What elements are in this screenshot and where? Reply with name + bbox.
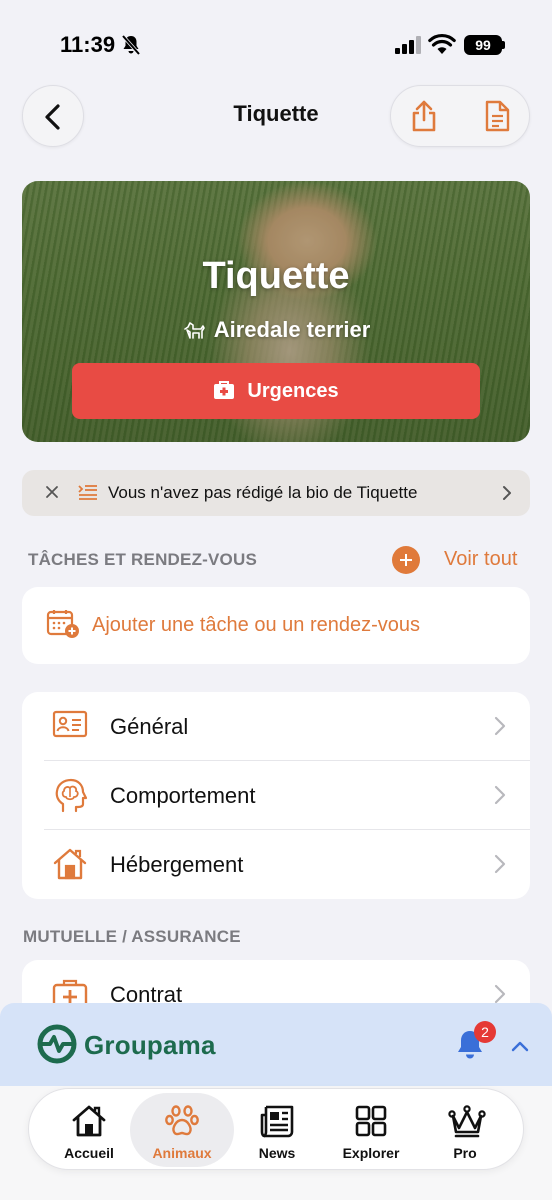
- house-icon: [52, 847, 88, 886]
- wifi-icon: [428, 33, 456, 60]
- battery-tip: [502, 41, 505, 49]
- silent-mode-icon: [121, 34, 141, 61]
- pet-hero-card: Tiquette Airedale terrier Urgences: [22, 181, 530, 442]
- pet-name: Tiquette: [202, 255, 350, 297]
- cellular-signal-icon: [395, 36, 423, 59]
- home-icon: [71, 1103, 107, 1144]
- groupama-banner[interactable]: Groupama 2: [0, 1003, 552, 1086]
- groupama-brand-name: Groupama: [84, 1030, 216, 1060]
- bio-banner[interactable]: Vous n'avez pas rédigé la bio de Tiquett…: [22, 470, 530, 516]
- newspaper-icon: [259, 1103, 295, 1144]
- bio-list-icon: [78, 484, 98, 507]
- status-time: 11:39: [60, 32, 116, 57]
- tasks-section-heading: TÂCHES ET RENDEZ-VOUS: [28, 550, 257, 569]
- paw-icon: [164, 1103, 200, 1144]
- tab-label: Animaux: [152, 1145, 212, 1161]
- nav-actions-group: [390, 85, 530, 147]
- share-button[interactable]: [409, 99, 439, 138]
- pet-breed: Airedale terrier: [22, 317, 530, 346]
- chevron-right-icon: [494, 716, 506, 741]
- tab-explore[interactable]: Explorer: [319, 1093, 423, 1167]
- tab-news[interactable]: News: [225, 1093, 329, 1167]
- bio-banner-text: Vous n'avez pas rédigé la bio de Tiquett…: [108, 483, 418, 502]
- tab-label: News: [258, 1145, 296, 1161]
- menu-item-label: Général: [110, 714, 189, 739]
- status-bar: 11:39 99: [0, 0, 552, 90]
- brain-head-icon: [52, 778, 88, 819]
- crown-icon: [447, 1103, 487, 1144]
- chevron-right-icon: [502, 485, 512, 506]
- menu-item-behaviour[interactable]: Comportement: [22, 761, 530, 830]
- groupama-logo: [36, 1023, 78, 1070]
- chevron-right-icon: [494, 854, 506, 879]
- insurance-section-heading: MUTUELLE / ASSURANCE: [23, 927, 241, 946]
- see-all-link[interactable]: Voir tout: [444, 548, 517, 571]
- menu-item-label: Hébergement: [110, 852, 244, 877]
- battery-level: 99: [464, 35, 502, 55]
- notification-badge: 2: [474, 1021, 496, 1043]
- chevron-up-icon[interactable]: [511, 1039, 529, 1057]
- add-task-plus-button[interactable]: [392, 546, 420, 574]
- emergency-label: Urgences: [247, 380, 339, 402]
- grid-icon: [353, 1103, 389, 1144]
- tab-bar: Accueil Animaux News Explorer Pro: [28, 1088, 524, 1170]
- page-title: Tiquette: [233, 101, 319, 126]
- emergency-button[interactable]: Urgences: [72, 363, 480, 419]
- top-navigation: Tiquette: [0, 85, 552, 147]
- back-button[interactable]: [22, 85, 84, 147]
- menu-item-label: Comportement: [110, 783, 256, 808]
- calendar-add-icon: [46, 609, 80, 644]
- pet-info-menu: Général Comportement Hébergement: [22, 692, 530, 899]
- add-task-card[interactable]: Ajouter une tâche ou un rendez-vous: [22, 587, 530, 664]
- dog-icon: [182, 320, 206, 346]
- tab-animals[interactable]: Animaux: [130, 1093, 234, 1167]
- document-button[interactable]: [483, 100, 511, 137]
- menu-item-general[interactable]: Général: [22, 692, 530, 761]
- chevron-left-icon: [45, 104, 60, 130]
- id-card-icon: [52, 709, 88, 744]
- tab-label: Explorer: [342, 1145, 400, 1161]
- share-icon: [412, 100, 436, 132]
- first-aid-kit-icon: [213, 366, 235, 422]
- pet-breed-label: Airedale terrier: [213, 317, 371, 342]
- add-task-label: Ajouter une tâche ou un rendez-vous: [92, 614, 420, 636]
- tab-label: Accueil: [64, 1145, 114, 1161]
- document-icon: [485, 100, 510, 132]
- tab-home[interactable]: Accueil: [37, 1093, 141, 1167]
- tab-pro[interactable]: Pro: [413, 1093, 517, 1167]
- menu-item-housing[interactable]: Hébergement: [22, 830, 530, 899]
- chevron-right-icon: [494, 785, 506, 810]
- tab-label: Pro: [453, 1145, 477, 1161]
- close-icon[interactable]: [44, 484, 60, 505]
